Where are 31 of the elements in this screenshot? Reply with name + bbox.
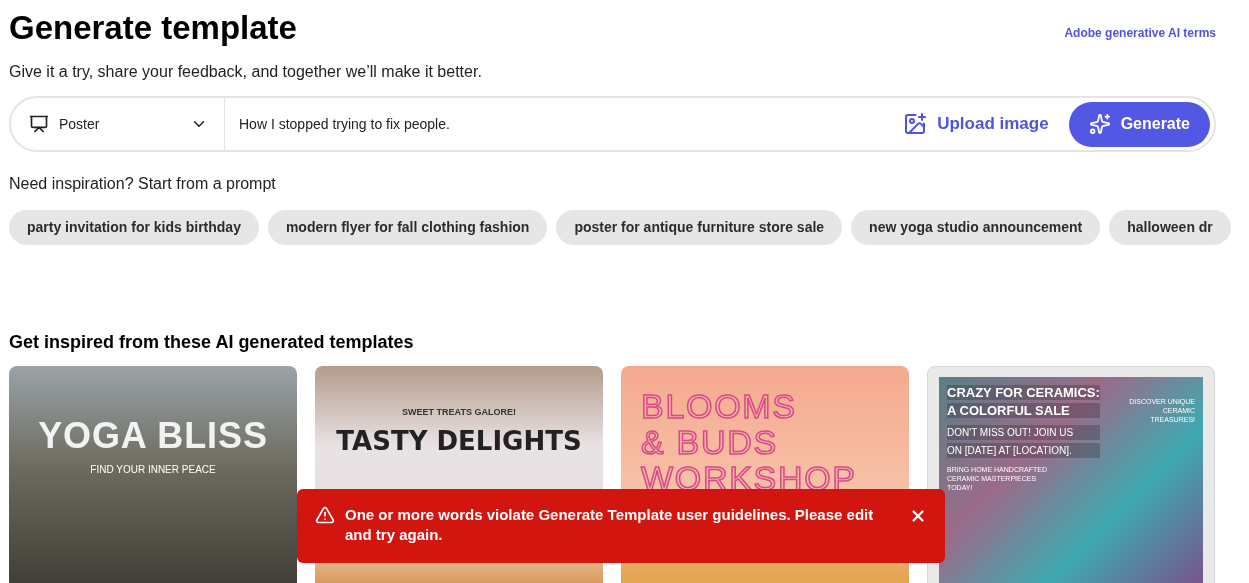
inspiration-heading: Need inspiration? Start from a prompt bbox=[9, 174, 277, 194]
format-dropdown[interactable]: Poster bbox=[29, 98, 225, 150]
prompt-chip[interactable]: new yoga studio announcement bbox=[851, 210, 1101, 245]
poster-icon bbox=[29, 114, 49, 134]
template-title: BLOOMS bbox=[641, 388, 798, 424]
sparkle-icon bbox=[1088, 113, 1111, 135]
close-button[interactable] bbox=[909, 507, 927, 525]
upload-image-button[interactable]: Upload image bbox=[903, 111, 1049, 137]
template-title: A COLORFUL SALE bbox=[947, 403, 1100, 418]
page-subtitle: Give it a try, share your feedback, and together we’ll make it better. bbox=[9, 62, 483, 82]
template-title: WORKSHOP bbox=[641, 460, 858, 496]
template-text: ON [DATE] AT [LOCATION]. bbox=[947, 443, 1100, 458]
template-title: YOGA BLISS bbox=[38, 418, 268, 454]
template-title: TASTY DELIGHTS bbox=[336, 427, 582, 454]
template-tagline: SWEET TREATS GALORE! bbox=[402, 406, 516, 419]
page-title: Generate template bbox=[9, 8, 297, 48]
prompt-chip[interactable]: halloween dr bbox=[1109, 210, 1231, 245]
warning-icon bbox=[315, 505, 335, 525]
template-card[interactable]: YOGA BLISS FIND YOUR INNER PEACE bbox=[9, 366, 297, 583]
template-title: CRAZY FOR CERAMICS: bbox=[947, 385, 1100, 400]
prompt-field[interactable]: How I stopped trying to fix people. bbox=[239, 113, 904, 135]
section-heading: Get inspired from these AI generated templates bbox=[9, 331, 415, 354]
template-text: DON'T MISS OUT! JOIN US bbox=[947, 425, 1100, 440]
generate-button[interactable]: Generate bbox=[1068, 101, 1210, 147]
prompt-chip[interactable]: poster for antique furniture store sale bbox=[556, 210, 843, 245]
prompt-chip[interactable]: modern flyer for fall clothing fashion bbox=[267, 210, 548, 245]
template-title: & BUDS bbox=[641, 424, 779, 460]
prompt-chip[interactable]: party invitation for kids birthday bbox=[9, 210, 259, 245]
image-add-icon bbox=[903, 112, 928, 136]
template-tagline: FIND YOUR INNER PEACE bbox=[90, 463, 216, 477]
terms-link[interactable]: Adobe generative AI terms bbox=[1064, 24, 1216, 42]
